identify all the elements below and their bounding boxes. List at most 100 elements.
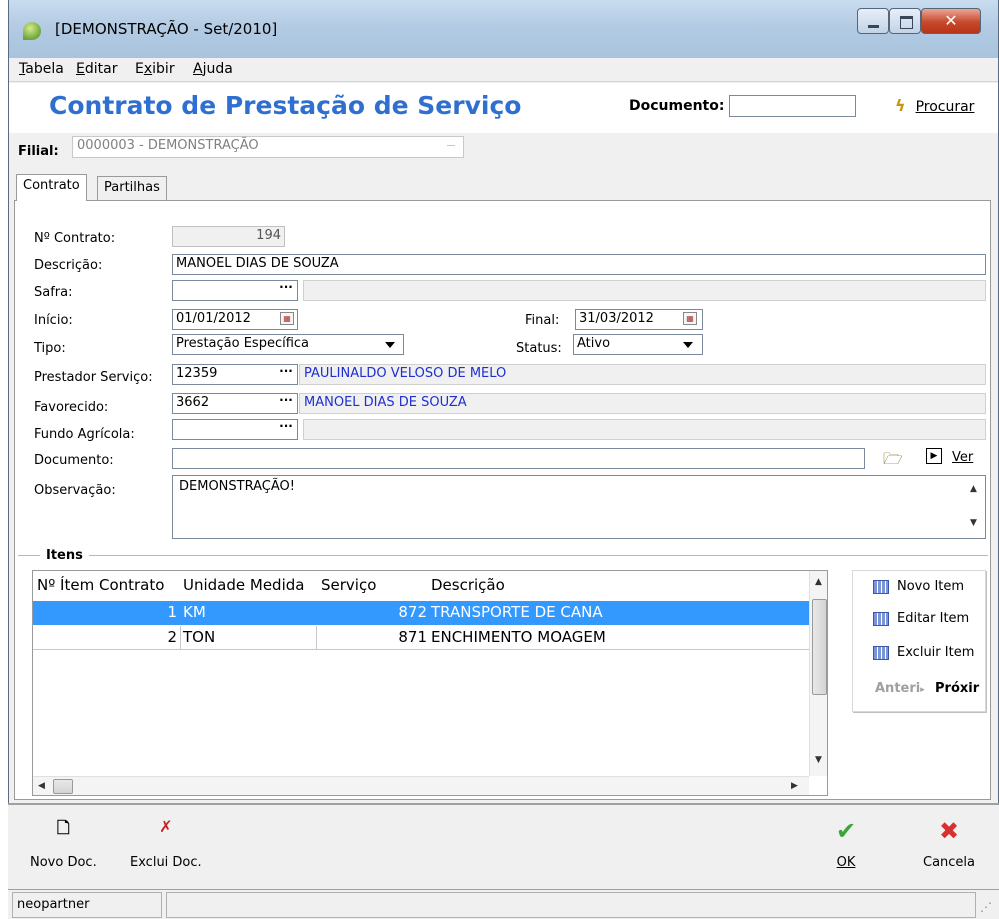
chevron-down-icon bbox=[447, 145, 455, 146]
observacao-textarea[interactable]: DEMONSTRAÇÃO! bbox=[172, 475, 986, 539]
menu-exibir[interactable]: Exibir bbox=[135, 61, 175, 77]
close-icon: ✕ bbox=[944, 11, 958, 30]
favorecido-label: Favorecido: bbox=[34, 400, 109, 415]
column-header-descricao[interactable]: Descrição bbox=[431, 571, 505, 600]
tipo-label: Tipo: bbox=[34, 341, 66, 356]
observacao-label: Observação: bbox=[34, 483, 116, 498]
cell-unidade: KM bbox=[183, 603, 206, 621]
scroll-left-icon[interactable]: ◀ bbox=[38, 781, 45, 791]
prestador-lookup-button[interactable]: ··· bbox=[274, 364, 298, 385]
novo-doc-button[interactable]: 🗋 Novo Doc. bbox=[30, 817, 97, 870]
lightning-icon: ϟ bbox=[895, 96, 906, 115]
minimize-button[interactable] bbox=[857, 8, 889, 34]
safra-lookup-button[interactable]: ··· bbox=[274, 280, 298, 301]
novo-item-label: Novo Item bbox=[897, 579, 965, 594]
excluir-item-label: Excluir Item bbox=[897, 645, 975, 660]
menu-exibir-label-b: ibir bbox=[152, 61, 175, 77]
documento-search-label: Documento: bbox=[629, 98, 725, 114]
proximo-button[interactable]: Próxir bbox=[935, 681, 979, 696]
exclui-doc-label: Exclui Doc. bbox=[130, 855, 202, 870]
favorecido-lookup-button[interactable]: ··· bbox=[274, 393, 298, 414]
status-bar: neopartner ⋰ bbox=[8, 889, 999, 919]
excluir-item-button[interactable]: Excluir Item bbox=[873, 645, 974, 660]
itens-group-label: Itens bbox=[40, 548, 89, 563]
status-label: Status: bbox=[516, 341, 562, 356]
final-label: Final: bbox=[525, 313, 560, 328]
procurar-label: Procurar bbox=[915, 99, 975, 115]
documento-search-input[interactable] bbox=[729, 95, 856, 117]
scroll-thumb[interactable] bbox=[812, 599, 827, 695]
column-header-servico[interactable]: Serviço bbox=[321, 571, 376, 600]
menu-exibir-label-a: E bbox=[135, 61, 144, 77]
scroll-down-icon[interactable]: ▼ bbox=[970, 518, 977, 528]
itens-group-border bbox=[18, 555, 988, 556]
fundo-lookup-button[interactable]: ··· bbox=[274, 419, 298, 440]
table-row[interactable]: 1 KM 872 TRANSPORTE DE CANA bbox=[33, 601, 809, 625]
delete-document-icon: ✗ bbox=[159, 817, 173, 836]
novo-item-button[interactable]: Novo Item bbox=[873, 579, 964, 594]
menu-ajuda-label: juda bbox=[202, 61, 233, 77]
descricao-field[interactable]: MANOEL DIAS DE SOUZA bbox=[172, 254, 986, 275]
cell-descricao: ENCHIMENTO MOAGEM bbox=[431, 628, 606, 646]
row-separator bbox=[180, 626, 181, 650]
tab-contrato[interactable]: Contrato bbox=[16, 174, 87, 201]
editar-item-label: Editar Item bbox=[897, 611, 970, 626]
scroll-down-icon[interactable]: ▼ bbox=[815, 755, 822, 765]
calendar-icon[interactable]: ▦ bbox=[683, 312, 697, 325]
chevron-down-icon bbox=[683, 342, 693, 348]
filial-label: Filial: bbox=[18, 144, 59, 159]
filial-select[interactable]: 0000003 - DEMONSTRAÇÃO bbox=[72, 136, 464, 158]
horizontal-scrollbar[interactable]: ◀ ▶ bbox=[33, 776, 809, 795]
documento-field[interactable] bbox=[172, 448, 865, 469]
itens-grid[interactable]: Nº Ítem Contrato Unidade Medida Serviço … bbox=[32, 570, 828, 796]
prestador-name: PAULINALDO VELOSO DE MELO bbox=[299, 364, 986, 385]
exclui-doc-button[interactable]: ✗ Exclui Doc. bbox=[130, 817, 202, 870]
fundo-label: Fundo Agrícola: bbox=[34, 427, 135, 442]
calendar-icon[interactable]: ▦ bbox=[280, 312, 294, 325]
itens-actions-panel: Novo Item Editar Item Excluir Item Anter… bbox=[852, 570, 986, 712]
table-row[interactable]: 2 TON 871 ENCHIMENTO MOAGEM bbox=[33, 626, 809, 650]
title-bar[interactable]: [DEMONSTRAÇÃO - Set/2010] ✕ bbox=[9, 0, 998, 58]
column-header-item[interactable]: Nº Ítem Contrato bbox=[37, 571, 164, 600]
column-header-unidade[interactable]: Unidade Medida bbox=[183, 571, 304, 600]
app-icon bbox=[23, 22, 41, 40]
tab-partilhas[interactable]: Partilhas bbox=[97, 176, 167, 201]
folder-icon[interactable]: 🗁 bbox=[883, 448, 903, 475]
play-icon[interactable]: ▶ bbox=[926, 448, 942, 464]
vertical-scrollbar[interactable]: ▲ ▼ bbox=[809, 571, 827, 776]
chevron-down-icon bbox=[385, 342, 395, 348]
editar-item-button[interactable]: Editar Item bbox=[873, 611, 969, 626]
fundo-name bbox=[303, 419, 986, 440]
cell-unidade: TON bbox=[183, 628, 216, 646]
check-icon: ✔ bbox=[836, 817, 857, 845]
menu-editar-accel: E bbox=[76, 61, 85, 77]
ver-button[interactable]: Ver bbox=[952, 450, 973, 465]
cancela-button[interactable]: ✖ Cancela bbox=[923, 817, 975, 870]
inicio-label: Início: bbox=[34, 313, 73, 328]
scroll-right-icon[interactable]: ▶ bbox=[791, 781, 798, 791]
procurar-button[interactable]: ϟ Procurar bbox=[895, 96, 974, 115]
documento-label: Documento: bbox=[34, 453, 114, 468]
descricao-label: Descrição: bbox=[34, 258, 103, 273]
menu-tabela[interactable]: Tabela bbox=[19, 61, 64, 77]
maximize-button[interactable] bbox=[889, 8, 921, 34]
favorecido-name: MANOEL DIAS DE SOUZA bbox=[299, 393, 986, 414]
scroll-up-icon[interactable]: ▲ bbox=[815, 577, 822, 587]
safra-description bbox=[303, 280, 986, 301]
menu-editar-label: ditar bbox=[84, 61, 118, 77]
tipo-select[interactable]: Prestação Específica bbox=[172, 334, 404, 355]
close-button[interactable]: ✕ bbox=[921, 8, 981, 34]
status-message bbox=[166, 892, 976, 918]
window-title: [DEMONSTRAÇÃO - Set/2010] bbox=[55, 20, 278, 38]
menu-editar[interactable]: Editar bbox=[76, 61, 117, 77]
observacao-value: DEMONSTRAÇÃO! bbox=[179, 479, 295, 494]
scroll-up-icon[interactable]: ▲ bbox=[970, 484, 977, 494]
bottom-toolbar: 🗋 Novo Doc. ✗ Exclui Doc. ✔ OK ✖ Cancela bbox=[8, 803, 999, 889]
cell-item: 2 bbox=[167, 628, 177, 646]
add-grid-icon bbox=[873, 579, 889, 594]
resize-grip-icon[interactable]: ⋰ bbox=[980, 900, 992, 914]
menu-ajuda[interactable]: Ajuda bbox=[193, 61, 233, 77]
scroll-thumb[interactable] bbox=[53, 779, 73, 794]
ok-button[interactable]: ✔ OK bbox=[836, 817, 856, 870]
anterior-button[interactable]: Anteri▸ bbox=[875, 681, 925, 696]
